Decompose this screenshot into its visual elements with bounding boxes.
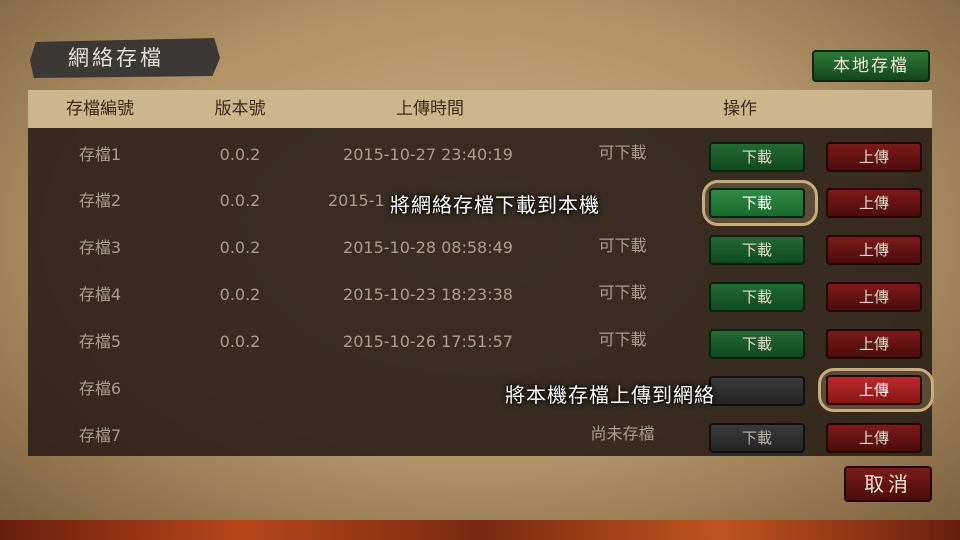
row-5-status: 可下載 [598,330,647,349]
row-7-status: 尚未存檔 [590,424,655,443]
row-3-download-button[interactable]: 下載 [709,235,805,265]
row-3-slot: 存檔3 [78,238,122,257]
download-tooltip: 將網絡存檔下載到本機 [390,193,600,217]
row-3-time: 2015-10-28 08:58:49 [343,238,513,257]
row-6-slot: 存檔6 [78,379,122,398]
row-5-slot: 存檔5 [78,332,122,351]
row-1-status: 可下載 [598,143,647,162]
row-7-upload-button[interactable]: 上傳 [826,423,922,453]
row-4-upload-button[interactable]: 上傳 [826,282,922,312]
row-4-slot: 存檔4 [78,285,122,304]
row-4-download-button[interactable]: 下載 [709,282,805,312]
row-1-download-button[interactable]: 下載 [709,142,805,172]
row-5-upload-button[interactable]: 上傳 [826,329,922,359]
row-7-download-button[interactable]: 下載 [709,423,805,453]
row-6-download-button[interactable] [709,376,805,406]
row-5-download-button[interactable]: 下載 [709,329,805,359]
header-version: 版本號 [214,99,266,119]
cancel-button[interactable]: 取消 [844,466,932,502]
row-1-time: 2015-10-27 23:40:19 [343,145,513,164]
row-1-slot: 存檔1 [78,145,122,164]
row-3-upload-button[interactable]: 上傳 [826,235,922,265]
header-slot: 存檔編號 [66,99,134,119]
header-action: 操作 [723,99,757,119]
row-4-status: 可下載 [598,283,647,302]
header-upload-time: 上傳時間 [396,99,464,119]
row-4-time: 2015-10-23 18:23:38 [343,285,513,304]
row-2-version: 0.0.2 [219,191,261,210]
row-3-status: 可下載 [598,236,647,255]
row-5-time: 2015-10-26 17:51:57 [343,332,513,351]
row-2-download-button[interactable]: 下載 [709,188,805,218]
row-4-version: 0.0.2 [219,285,261,304]
row-2-slot: 存檔2 [78,191,122,210]
row-1-upload-button[interactable]: 上傳 [826,142,922,172]
local-save-button[interactable]: 本地存檔 [812,50,930,82]
row-6-upload-button[interactable]: 上傳 [826,375,922,405]
row-2-upload-button[interactable]: 上傳 [826,188,922,218]
row-7-slot: 存檔7 [78,426,122,445]
background-artwork-strip [0,520,960,540]
row-1-version: 0.0.2 [219,145,261,164]
upload-tooltip: 將本機存檔上傳到網絡 [505,383,715,407]
page-title: 網絡存檔 [68,46,164,70]
row-5-version: 0.0.2 [219,332,261,351]
row-3-version: 0.0.2 [219,238,261,257]
